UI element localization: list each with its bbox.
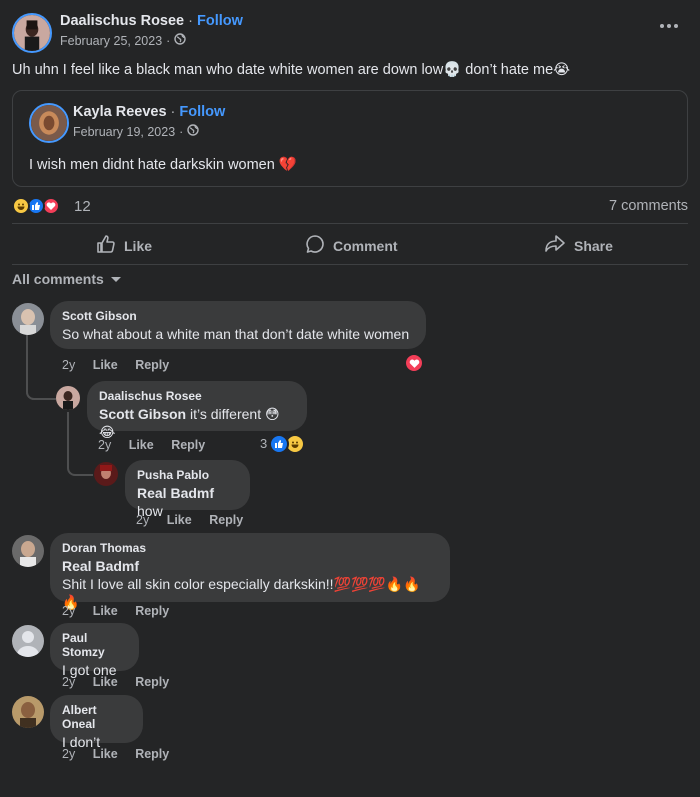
shared-author-name[interactable]: Kayla Reeves <box>73 104 167 120</box>
comment-time[interactable]: 2y <box>98 438 111 452</box>
default-avatar-icon[interactable] <box>12 625 44 657</box>
comment-reactions[interactable]: 3 <box>260 434 308 454</box>
shared-date[interactable]: February 19, 2023 <box>73 125 175 139</box>
comment-button[interactable]: Comment <box>305 234 398 257</box>
comment-reply-button[interactable]: Reply <box>171 438 205 452</box>
comment-like-button[interactable]: Like <box>93 675 118 689</box>
comment-bubble: Pusha Pablo Real Badmf how <box>125 460 250 519</box>
post-date[interactable]: February 25, 2023 <box>60 34 162 48</box>
commenter-avatar[interactable] <box>12 303 44 335</box>
commenter-name[interactable]: Paul Stomzy <box>62 631 127 659</box>
comment-actions: 2y Like Reply <box>136 513 257 527</box>
comment-bubble: Albert Oneal I don’t <box>50 695 143 750</box>
comment-time[interactable]: 2y <box>62 747 75 761</box>
tagged-user[interactable]: Scott Gibson <box>99 406 186 422</box>
more-options-icon[interactable] <box>660 24 678 28</box>
comment-label: Comment <box>333 237 398 254</box>
author-avatar[interactable] <box>12 13 52 53</box>
tagged-user[interactable]: Real Badmf <box>62 557 438 575</box>
comment-actions: 2y Like Reply <box>62 747 183 761</box>
commenter-name[interactable]: Daalischus Rosee <box>99 389 295 403</box>
comment-time[interactable]: 2y <box>62 604 75 618</box>
commenter-avatar[interactable] <box>94 462 118 486</box>
comment-bubble-icon <box>305 234 325 257</box>
comment-actions: 2y Like Reply <box>62 358 183 372</box>
shared-meta: February 19, 2023 · <box>73 124 200 139</box>
comment-bubble: Scott Gibson So what about a white man t… <box>50 301 426 349</box>
comment-bubble: Daalischus Rosee Scott Gibson it’s diffe… <box>87 381 307 440</box>
comment-bubble: Paul Stomzy I got one <box>50 623 139 678</box>
comment-reply-button[interactable]: Reply <box>135 747 169 761</box>
chevron-down-icon <box>110 271 122 287</box>
comment-filter-dropdown[interactable]: All comments <box>12 271 122 287</box>
haha-reaction-icon <box>12 197 30 215</box>
comment-reply-button[interactable]: Reply <box>135 358 169 372</box>
shared-author-line: Kayla Reeves · Follow <box>73 104 226 120</box>
commenter-name[interactable]: Scott Gibson <box>62 309 414 323</box>
post-text: Uh uhn I feel like a black man who date … <box>12 62 571 78</box>
comment-time[interactable]: 2y <box>136 513 149 527</box>
share-button[interactable]: Share <box>544 234 613 257</box>
post-author-name[interactable]: Daalischus Rosee <box>60 13 184 29</box>
commenter-name[interactable]: Pusha Pablo <box>137 468 238 482</box>
comments-count-link[interactable]: 7 comments <box>609 198 688 214</box>
shared-text: I wish men didnt hate darkskin women 💔 <box>29 157 297 173</box>
comment-reply-button[interactable]: Reply <box>209 513 243 527</box>
divider <box>12 264 688 265</box>
comment-actions: 2y Like Reply <box>62 675 183 689</box>
comment-actions: 2y Like Reply <box>98 438 219 452</box>
tagged-user[interactable]: Real Badmf <box>137 485 214 501</box>
globe-icon <box>174 33 187 48</box>
commenter-name[interactable]: Albert Oneal <box>62 703 131 731</box>
comment-bubble: Doran Thomas Real Badmf Shit I love all … <box>50 533 450 610</box>
comment-like-button[interactable]: Like <box>93 604 118 618</box>
share-arrow-icon <box>544 234 566 257</box>
comment-reply-button[interactable]: Reply <box>135 675 169 689</box>
comment-time[interactable]: 2y <box>62 358 75 372</box>
commenter-avatar[interactable] <box>56 386 80 410</box>
comment-actions: 2y Like Reply <box>62 604 183 618</box>
globe-icon <box>187 124 200 139</box>
shared-post-card[interactable]: Kayla Reeves · Follow February 19, 2023 … <box>12 90 688 187</box>
share-label: Share <box>574 237 613 254</box>
commenter-avatar[interactable] <box>12 535 44 567</box>
comment-like-button[interactable]: Like <box>93 747 118 761</box>
reaction-count[interactable]: 12 <box>74 198 91 215</box>
post-follow-link[interactable]: Follow <box>197 13 243 29</box>
comment-reaction-count: 3 <box>260 436 268 451</box>
like-button[interactable]: Like <box>96 234 152 257</box>
thumbs-up-icon <box>96 234 116 257</box>
like-reaction-icon <box>269 434 289 454</box>
comment-text: So what about a white man that don’t dat… <box>62 326 410 342</box>
comment-like-button[interactable]: Like <box>167 513 192 527</box>
post-author-line: Daalischus Rosee · Follow <box>60 13 243 29</box>
divider <box>12 223 688 224</box>
reply-connector <box>26 334 56 400</box>
reaction-icons[interactable] <box>12 197 72 217</box>
love-reaction-icon[interactable] <box>404 353 424 373</box>
post-meta: February 25, 2023 · <box>60 33 187 48</box>
shared-author-avatar[interactable] <box>29 103 69 143</box>
commenter-avatar[interactable] <box>12 696 44 728</box>
comment-filter-label: All comments <box>12 271 104 287</box>
comment-reply-button[interactable]: Reply <box>135 604 169 618</box>
like-label: Like <box>124 237 153 254</box>
comment-like-button[interactable]: Like <box>129 438 154 452</box>
commenter-name[interactable]: Doran Thomas <box>62 541 438 555</box>
comment-time[interactable]: 2y <box>62 675 75 689</box>
comment-like-button[interactable]: Like <box>93 358 118 372</box>
shared-follow-link[interactable]: Follow <box>179 104 225 120</box>
